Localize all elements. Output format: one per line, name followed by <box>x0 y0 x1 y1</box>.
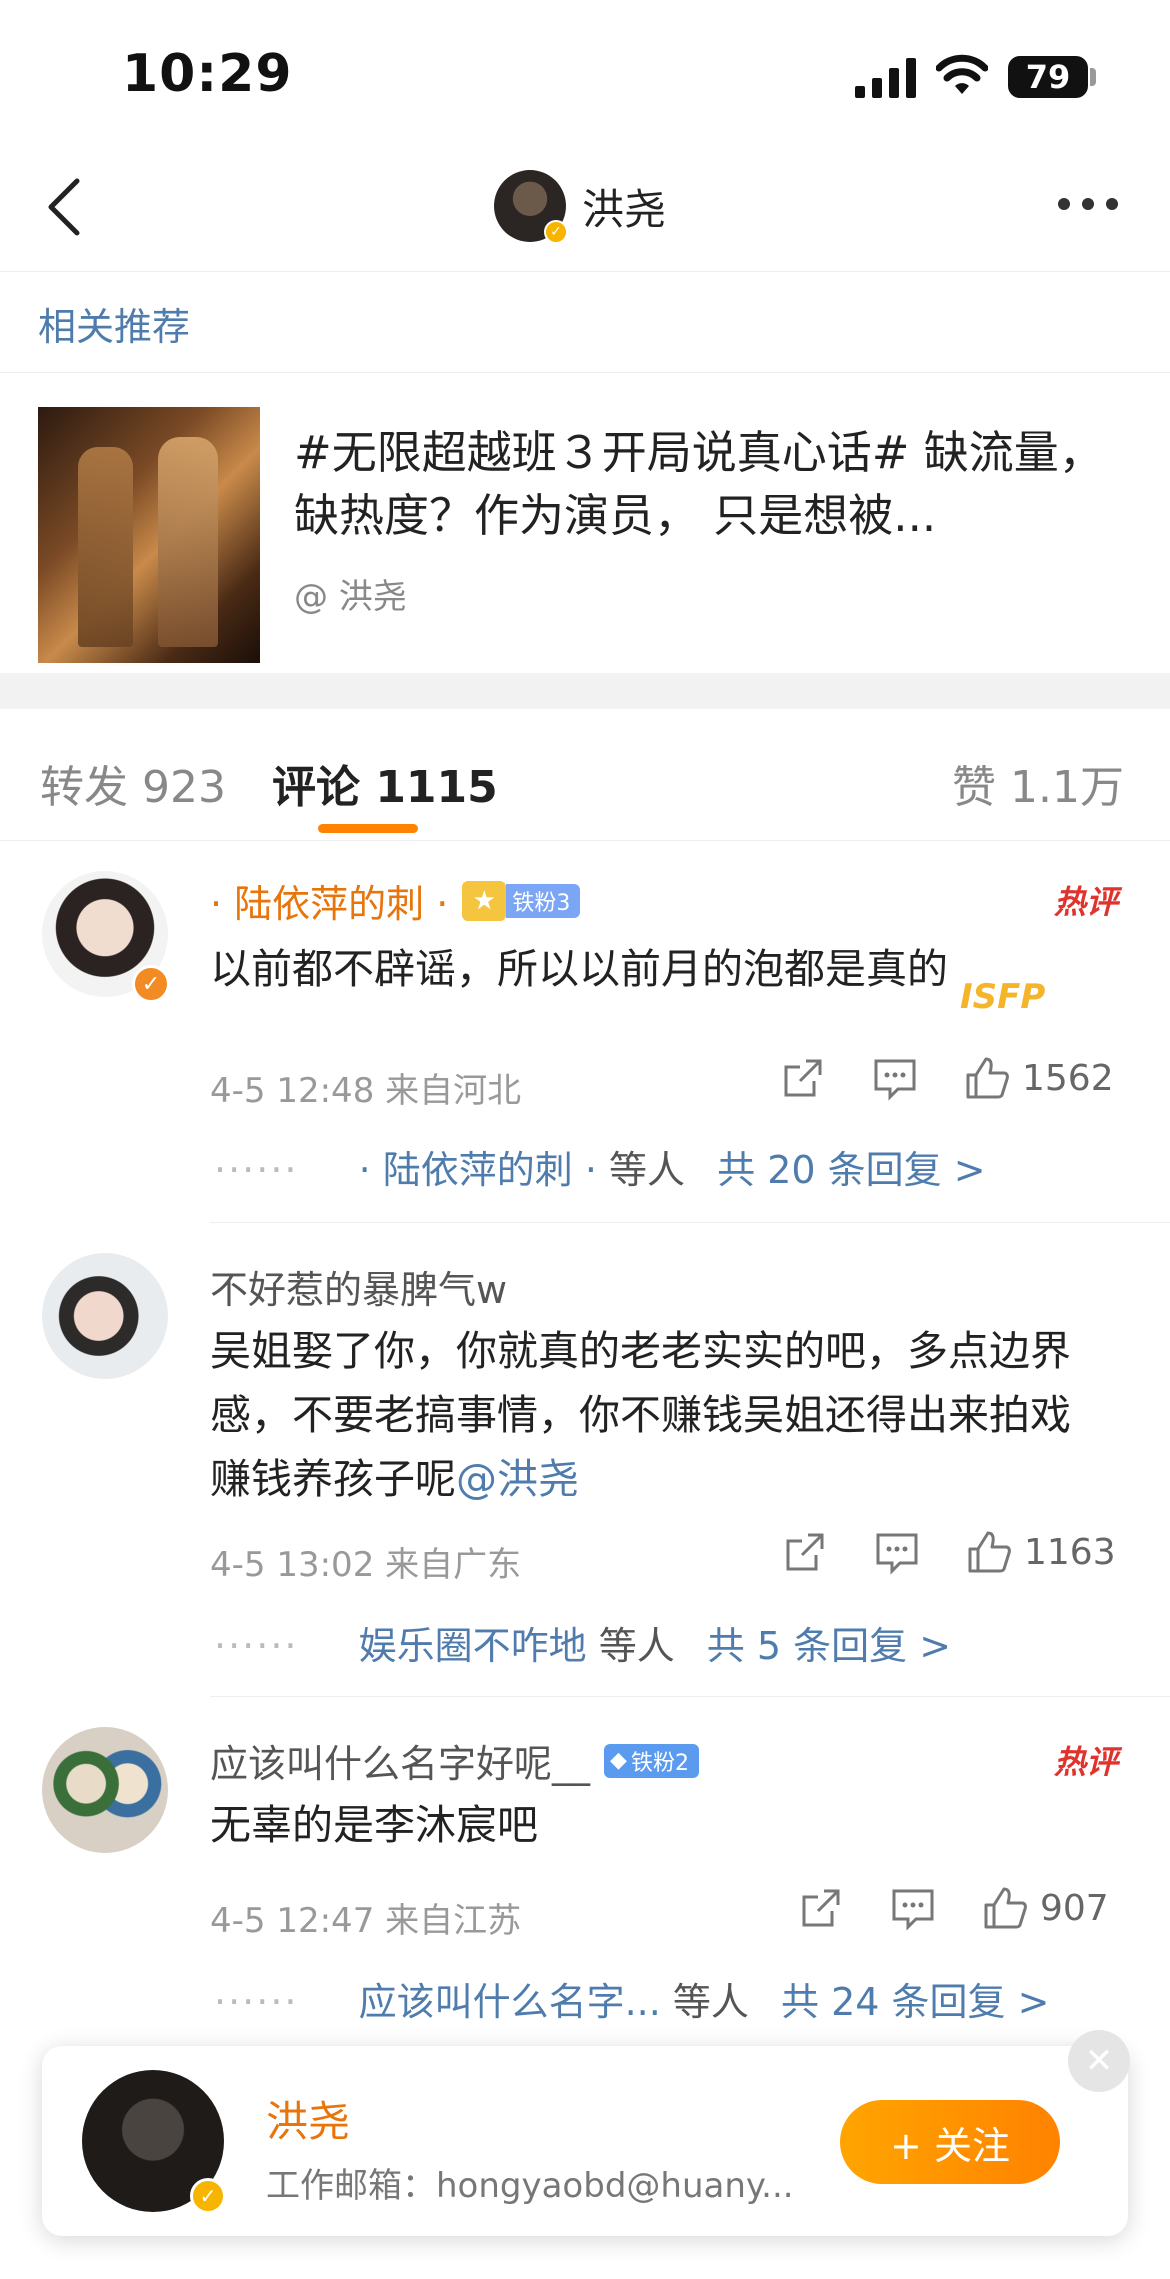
comment-body: 吴姐娶了你，你就真的老老实实的吧，多点边界感，不要老搞事情，你不赚钱吴姐还得出来… <box>210 1327 1071 1503</box>
related-post-text: #无限超越班３开局说真心话# 缺流量，缺热度？作为演员， 只是想被... <box>294 426 1104 542</box>
avatar[interactable] <box>42 1727 168 1853</box>
comment-actions: 907 <box>752 1885 1109 1931</box>
comment-icon[interactable] <box>890 1885 936 1931</box>
related-thumbnail[interactable] <box>38 407 260 663</box>
replies-link[interactable]: ······ · 陆依萍的刺 · 等人 共 20 条回复 > <box>214 1139 986 1194</box>
comment-text: 吴姐娶了你，你就真的老老实实的吧，多点边界感，不要老搞事情，你不赚钱吴姐还得出来… <box>210 1319 1110 1511</box>
share-icon[interactable] <box>780 1055 826 1101</box>
related-post-author: @ 洪尧 <box>294 577 407 617</box>
comment-icon[interactable] <box>872 1055 918 1101</box>
fan-badge-label: 铁粉2 <box>630 1750 689 1776</box>
fan-badge: 铁粉3 <box>506 883 581 918</box>
fan-badge: ◆ 铁粉2 <box>604 1743 699 1778</box>
comment-author-name: · 陆依萍的刺 · <box>210 882 449 926</box>
comment-author[interactable]: · 陆依萍的刺 · ★ 铁粉3 <box>210 873 581 928</box>
card-name[interactable]: 洪尧 <box>266 2088 350 2149</box>
chevron-left-icon <box>48 178 80 236</box>
like-icon[interactable] <box>982 1885 1028 1931</box>
dot-icon <box>1058 198 1070 210</box>
comment-meta: 4-5 12:47 来自江苏 <box>210 1901 522 1941</box>
signal-icon <box>855 58 916 98</box>
battery-cap <box>1090 68 1096 86</box>
comment-item: ✓ · 陆依萍的刺 · ★ 铁粉3 热评 以前都不辟谣，所以以前月的泡都是真的 … <box>0 841 1170 1223</box>
back-button[interactable] <box>28 172 98 242</box>
replies-user[interactable]: · 陆依萍的刺 · <box>359 1148 597 1192</box>
replies-user[interactable]: 娱乐圈不咋地 <box>359 1624 587 1668</box>
status-bar: 10:29 79 <box>0 0 1170 150</box>
like-count: 1163 <box>1024 1531 1116 1573</box>
verified-badge-icon: ✓ <box>132 965 170 1003</box>
comment-author-name: 应该叫什么名字好呢__ <box>210 1742 591 1786</box>
avatar[interactable]: ✓ <box>82 2070 226 2214</box>
nav-profile[interactable]: ✓ 洪尧 <box>494 170 667 244</box>
comment-actions: 1163 <box>736 1529 1116 1575</box>
comment-text: 无辜的是李沐宸吧 <box>210 1801 538 1849</box>
dot-icon <box>1106 198 1118 210</box>
nav-bar: ✓ 洪尧 <box>0 150 1170 272</box>
mention-link[interactable]: @洪尧 <box>456 1455 579 1503</box>
verified-badge-icon: ✓ <box>190 2178 226 2214</box>
page-title: 洪尧 <box>582 184 667 234</box>
hot-comment-badge: 热评 <box>1053 1743 1118 1781</box>
ellipsis-icon: ······ <box>214 1980 299 2024</box>
section-gap <box>0 673 1170 709</box>
replies-etc: 等人 <box>609 1148 686 1192</box>
comment-meta: 4-5 12:48 来自河北 <box>210 1071 522 1111</box>
tab-bar: 转发 923 评论 1115 赞 1.1万 <box>0 709 1170 841</box>
dot-icon <box>1082 198 1094 210</box>
card-email: 工作邮箱：hongyaobd@huany... <box>266 2166 794 2206</box>
close-icon[interactable]: ✕ <box>1068 2030 1130 2092</box>
wifi-icon <box>936 54 988 94</box>
replies-etc: 等人 <box>598 1624 675 1668</box>
ellipsis-icon: ······ <box>214 1148 299 1192</box>
like-count: 907 <box>1040 1887 1109 1929</box>
related-label: 相关推荐 <box>38 305 191 349</box>
share-icon[interactable] <box>782 1529 828 1575</box>
thumbnail-figure <box>158 437 218 647</box>
ellipsis-icon: ······ <box>214 1624 299 1668</box>
share-icon[interactable] <box>798 1885 844 1931</box>
replies-link[interactable]: ······ 应该叫什么名字... 等人 共 24 条回复 > <box>214 1971 1049 2026</box>
replies-etc: 等人 <box>672 1980 749 2024</box>
comment-author[interactable]: 应该叫什么名字好呢__ ◆ 铁粉2 <box>210 1733 699 1788</box>
crown-icon: ★ <box>462 880 507 921</box>
comment-icon[interactable] <box>874 1529 920 1575</box>
avatar[interactable]: ✓ <box>494 170 568 244</box>
like-icon[interactable] <box>964 1055 1010 1101</box>
replies-link[interactable]: ······ 娱乐圈不咋地 等人 共 5 条回复 > <box>214 1615 951 1670</box>
more-button[interactable] <box>1058 198 1118 210</box>
tab-active-indicator <box>318 824 418 833</box>
diamond-icon: ◆ <box>610 1748 627 1773</box>
hot-comment-badge: 热评 <box>1053 883 1118 921</box>
battery-indicator: 79 <box>1008 56 1088 98</box>
replies-count[interactable]: 共 5 条回复 > <box>707 1624 951 1668</box>
home-indicator <box>0 2262 1170 2279</box>
like-count: 1562 <box>1022 1057 1114 1099</box>
status-time: 10:29 <box>122 44 293 104</box>
comment-meta: 4-5 13:02 来自广东 <box>210 1545 522 1585</box>
comment-item: 应该叫什么名字好呢__ ◆ 铁粉2 热评 无辜的是李沐宸吧 4-5 12:47 来… <box>0 1697 1170 2024</box>
related-post-card[interactable]: #无限超越班３开局说真心话# 缺流量，缺热度？作为演员， 只是想被... @ 洪… <box>0 373 1170 673</box>
follow-button[interactable]: + 关注 <box>840 2100 1060 2184</box>
replies-user[interactable]: 应该叫什么名字... <box>359 1980 661 2024</box>
comment-actions: 1562 <box>734 1055 1114 1101</box>
replies-count[interactable]: 共 20 条回复 > <box>717 1148 985 1192</box>
avatar[interactable] <box>42 1253 168 1379</box>
replies-count[interactable]: 共 24 条回复 > <box>781 1980 1049 2024</box>
like-icon[interactable] <box>966 1529 1012 1575</box>
follow-suggestion-card[interactable]: ✓ 洪尧 工作邮箱：hongyaobd@huany... + 关注 <box>42 2046 1128 2236</box>
comment-author[interactable]: 不好惹的暴脾气w <box>210 1259 507 1314</box>
verified-badge-icon: ✓ <box>544 220 568 244</box>
tab-repost[interactable]: 转发 923 <box>40 751 226 815</box>
tab-like[interactable]: 赞 1.1万 <box>952 751 1124 815</box>
isfp-decoration: ISFP <box>960 977 1046 1017</box>
comment-item: 不好惹的暴脾气w 吴姐娶了你，你就真的老老实实的吧，多点边界感，不要老搞事情，你… <box>0 1223 1170 1697</box>
thumbnail-figure <box>78 447 133 647</box>
comment-author-name: 不好惹的暴脾气w <box>210 1268 508 1312</box>
